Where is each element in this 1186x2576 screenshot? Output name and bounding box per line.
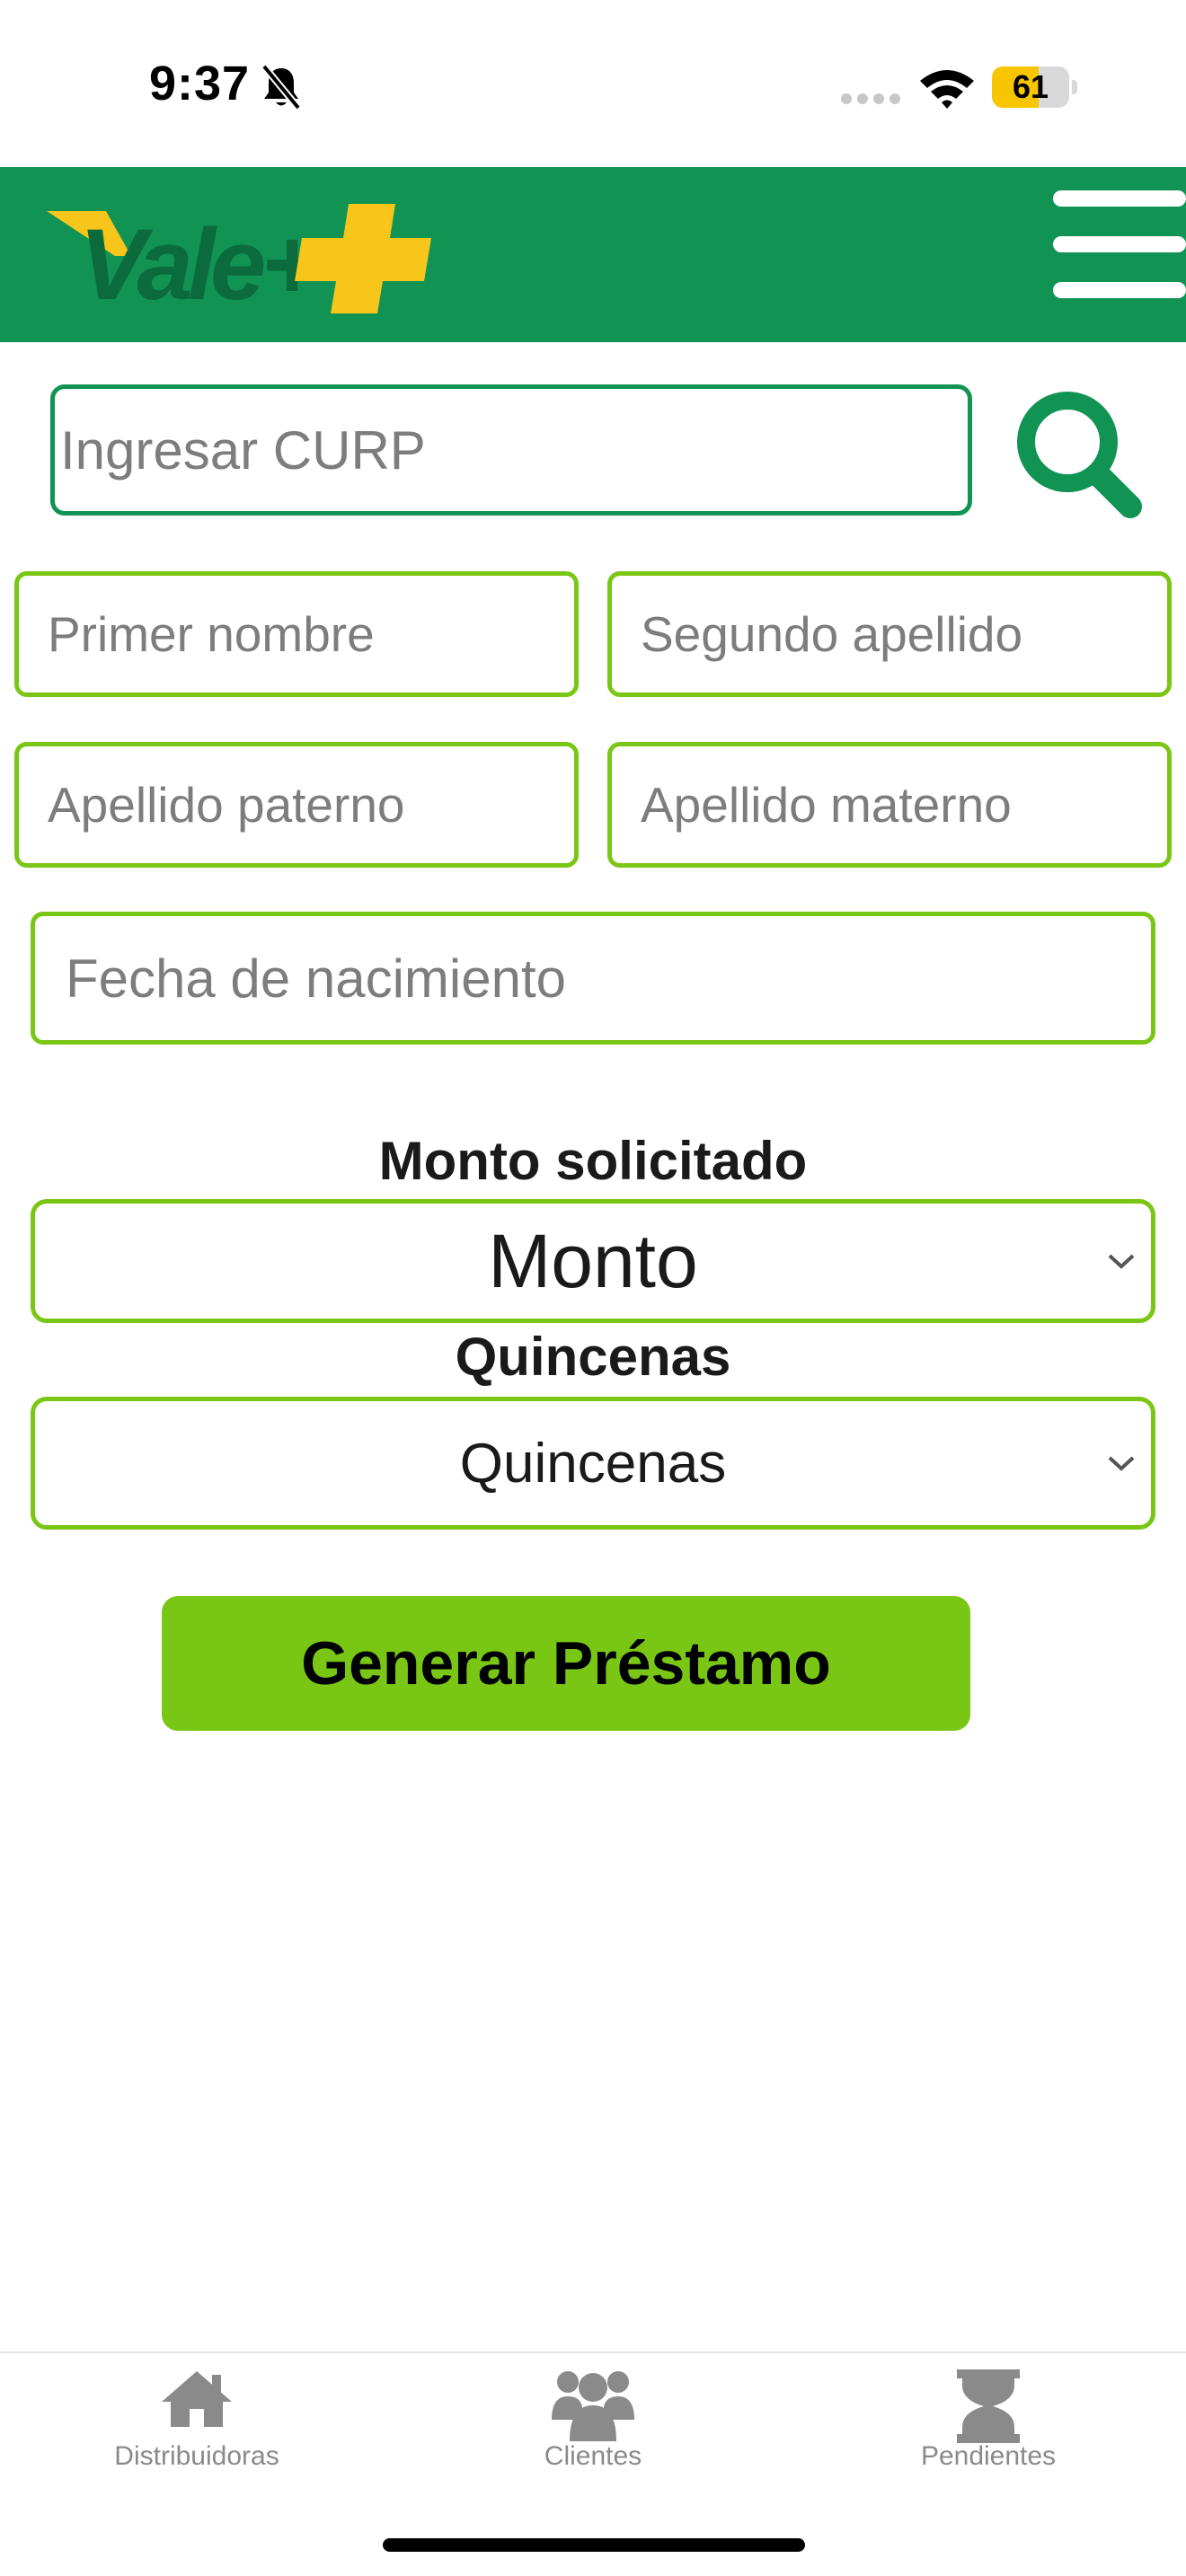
home-indicator bbox=[383, 2538, 805, 2552]
battery-tip bbox=[1072, 80, 1077, 94]
users-icon bbox=[552, 2371, 634, 2441]
hourglass-icon bbox=[957, 2369, 1020, 2443]
home-icon bbox=[162, 2371, 232, 2427]
generate-loan-button[interactable]: Generar Préstamo bbox=[162, 1596, 970, 1731]
status-time: 9:37 bbox=[149, 57, 251, 110]
chevron-down-icon bbox=[1108, 1254, 1135, 1269]
amount-selected-value: Monto bbox=[488, 1218, 698, 1303]
search-icon[interactable] bbox=[1013, 386, 1143, 519]
tab-label-clientes: Clientes bbox=[544, 2441, 642, 2471]
second-surname-input[interactable] bbox=[607, 571, 1172, 697]
wifi-icon bbox=[920, 70, 974, 109]
installments-select[interactable]: Quincenas bbox=[31, 1397, 1155, 1530]
paternal-surname-input[interactable] bbox=[14, 742, 579, 868]
amount-select[interactable]: Monto bbox=[31, 1199, 1155, 1323]
chevron-down-icon bbox=[1108, 1456, 1135, 1471]
curp-search-input[interactable] bbox=[50, 384, 972, 516]
battery-level: 61 bbox=[1012, 68, 1049, 105]
battery-indicator: 61 bbox=[992, 66, 1078, 108]
vale-plus-logo: Vale+ bbox=[47, 204, 431, 319]
hamburger-menu-icon[interactable] bbox=[1042, 184, 1186, 305]
first-name-input[interactable] bbox=[14, 571, 579, 697]
tab-distribuidoras[interactable]: Distribuidoras bbox=[62, 2362, 332, 2479]
amount-label: Monto solicitado bbox=[378, 1131, 808, 1191]
tab-label-distribuidoras: Distribuidoras bbox=[114, 2441, 279, 2471]
birthdate-input[interactable] bbox=[31, 912, 1155, 1045]
menu-line bbox=[1053, 282, 1186, 298]
cellular-signal-icon bbox=[841, 93, 900, 104]
silent-bell-icon bbox=[261, 65, 302, 110]
menu-line bbox=[1053, 236, 1186, 252]
tab-clientes[interactable]: Clientes bbox=[458, 2362, 728, 2479]
logo-wordmark: Vale+ bbox=[79, 208, 317, 319]
maternal-surname-input[interactable] bbox=[607, 742, 1172, 868]
tab-pendientes[interactable]: Pendientes bbox=[854, 2362, 1123, 2479]
installments-selected-value: Quincenas bbox=[459, 1432, 727, 1495]
installments-label: Quincenas bbox=[455, 1327, 731, 1387]
menu-line bbox=[1053, 190, 1186, 207]
tab-label-pendientes: Pendientes bbox=[920, 2441, 1057, 2471]
